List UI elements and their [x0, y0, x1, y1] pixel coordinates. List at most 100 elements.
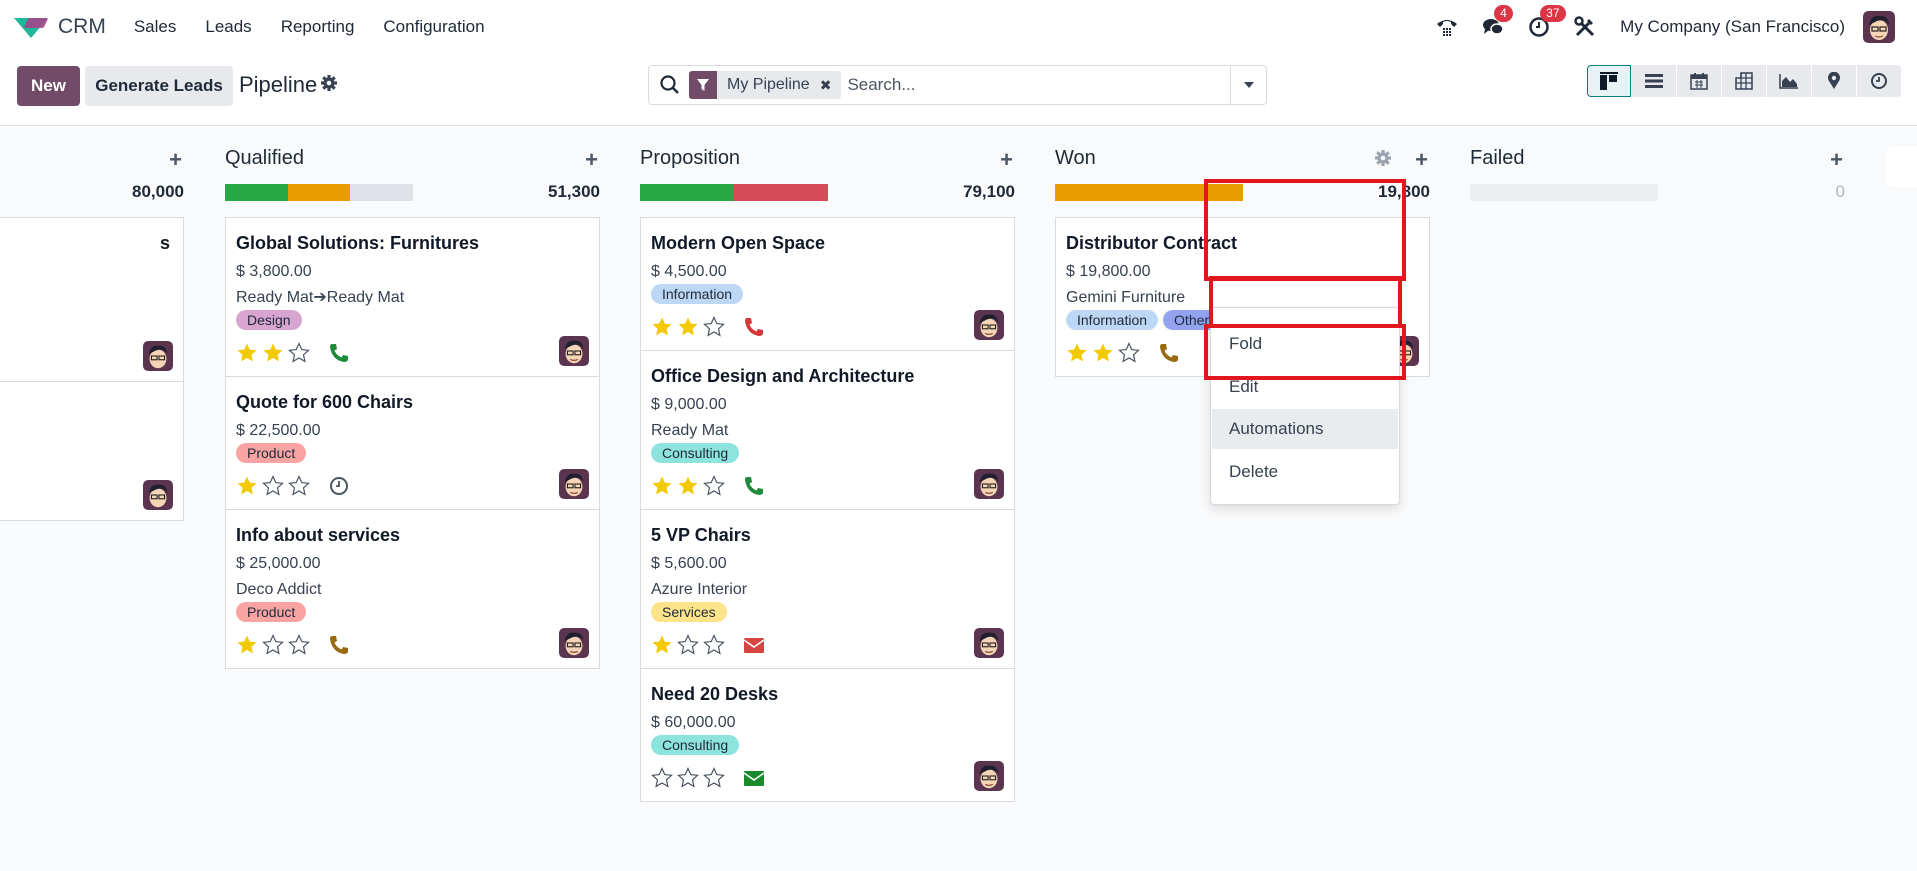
activities-clock-icon[interactable]: 37 [1528, 5, 1566, 38]
column-header: Failed + [1470, 147, 1845, 173]
priority-star-icon[interactable] [1118, 342, 1140, 364]
priority-star-icon[interactable] [677, 475, 699, 497]
column-title[interactable]: Won [1055, 147, 1096, 170]
priority-star-icon[interactable] [262, 475, 284, 497]
salesperson-avatar[interactable] [559, 336, 589, 366]
phone-icon[interactable] [743, 475, 765, 497]
progress-segment[interactable] [640, 184, 734, 201]
priority-star-icon[interactable] [1092, 342, 1114, 364]
clock-icon[interactable] [328, 475, 350, 497]
kanban-card[interactable]: Quote for 600 Chairs $ 22,500.00 Product [226, 377, 599, 510]
map-view-button[interactable] [1812, 65, 1856, 97]
priority-star-icon[interactable] [703, 767, 725, 789]
priority-star-icon[interactable] [703, 475, 725, 497]
priority-star-icon[interactable] [288, 475, 310, 497]
user-avatar[interactable] [1863, 11, 1895, 43]
column-title[interactable]: Proposition [640, 147, 740, 170]
column-progress-bar[interactable] [225, 184, 413, 201]
salesperson-avatar[interactable] [559, 628, 589, 658]
quick-create-plus-icon[interactable]: + [1000, 147, 1013, 173]
priority-star-icon[interactable] [288, 634, 310, 656]
generate-leads-button[interactable]: Generate Leads [85, 66, 233, 106]
menu-configuration[interactable]: Configuration [383, 17, 484, 37]
add-column-area[interactable] [1887, 147, 1917, 187]
priority-star-icon[interactable] [703, 634, 725, 656]
phone-icon[interactable] [1158, 342, 1180, 364]
priority-star-icon[interactable] [677, 634, 699, 656]
progress-segment[interactable] [225, 184, 288, 201]
column-progress-bar[interactable] [1470, 184, 1658, 201]
search-options-toggle[interactable] [1230, 66, 1266, 104]
progress-segment[interactable] [287, 184, 351, 201]
remove-facet-icon[interactable]: ✖ [820, 77, 842, 94]
list-view-button[interactable] [1632, 65, 1676, 97]
column-progress-bar[interactable] [640, 184, 828, 201]
priority-star-icon[interactable] [651, 475, 673, 497]
kanban-card[interactable]: 5 VP Chairs $ 5,600.00 Azure Interior Servi… [641, 510, 1014, 669]
quick-create-plus-icon[interactable]: + [1830, 147, 1843, 173]
kanban-card[interactable]: Modern Open Space $ 4,500.00 Information [641, 218, 1014, 351]
tools-icon[interactable] [1574, 16, 1596, 38]
quick-create-plus-icon[interactable]: + [585, 147, 598, 173]
salesperson-avatar[interactable] [559, 469, 589, 499]
priority-star-icon[interactable] [677, 767, 699, 789]
column-title[interactable]: Failed [1470, 147, 1524, 170]
phone-icon[interactable] [328, 634, 350, 656]
envelope-icon[interactable] [743, 767, 765, 789]
priority-star-icon[interactable] [236, 634, 258, 656]
priority-star-icon[interactable] [236, 475, 258, 497]
pivot-view-button[interactable] [1722, 65, 1766, 97]
kanban-card[interactable]: Info about services $ 25,000.00 Deco Addic… [226, 510, 599, 668]
phone-icon[interactable] [1436, 16, 1458, 38]
kanban-card[interactable]: Global Solutions: Furnitures $ 3,800.00 Re… [226, 218, 599, 377]
calendar-view-button[interactable] [1677, 65, 1721, 97]
gear-icon[interactable] [320, 74, 338, 97]
priority-star-icon[interactable] [651, 767, 673, 789]
kanban-card[interactable]: s [0, 218, 183, 382]
column-gear-icon[interactable] [1374, 149, 1392, 167]
salesperson-avatar[interactable] [974, 628, 1004, 658]
quick-create-plus-icon[interactable]: + [169, 147, 182, 173]
priority-star-icon[interactable] [651, 316, 673, 338]
priority-star-icon[interactable] [288, 342, 310, 364]
salesperson-avatar[interactable] [974, 761, 1004, 791]
app-brand[interactable]: CRM [14, 15, 106, 39]
progress-segment[interactable] [734, 184, 828, 201]
priority-star-icon[interactable] [651, 634, 673, 656]
search-icon[interactable] [659, 74, 681, 96]
menu-item-automations[interactable]: Automations [1212, 409, 1398, 449]
activity-view-button[interactable] [1857, 65, 1901, 97]
salesperson-avatar[interactable] [974, 310, 1004, 340]
graph-view-button[interactable] [1767, 65, 1811, 97]
menu-item-delete[interactable]: Delete [1212, 452, 1398, 492]
menu-leads[interactable]: Leads [205, 17, 251, 37]
menu-item-fold[interactable]: Fold [1212, 324, 1398, 364]
salesperson-avatar[interactable] [143, 480, 173, 510]
column-progress-bar[interactable] [1055, 184, 1243, 201]
phone-icon[interactable] [328, 342, 350, 364]
phone-icon[interactable] [743, 316, 765, 338]
priority-star-icon[interactable] [236, 342, 258, 364]
progress-segment[interactable] [1055, 184, 1243, 201]
priority-star-icon[interactable] [1066, 342, 1088, 364]
menu-item-edit[interactable]: Edit [1212, 367, 1398, 407]
salesperson-avatar[interactable] [143, 341, 173, 371]
salesperson-avatar[interactable] [974, 469, 1004, 499]
envelope-icon[interactable] [743, 634, 765, 656]
search-input[interactable] [847, 75, 1230, 95]
new-button[interactable]: New [17, 66, 80, 106]
priority-star-icon[interactable] [677, 316, 699, 338]
quick-create-plus-icon[interactable]: + [1415, 147, 1428, 173]
messages-icon[interactable]: 4 [1482, 5, 1513, 38]
menu-reporting[interactable]: Reporting [281, 17, 355, 37]
kanban-view-button[interactable] [1587, 65, 1631, 97]
kanban-card[interactable]: Need 20 Desks $ 60,000.00 Consulting [641, 669, 1014, 801]
priority-star-icon[interactable] [262, 634, 284, 656]
company-switcher[interactable]: My Company (San Francisco) [1620, 17, 1845, 37]
column-title[interactable]: Qualified [225, 147, 304, 170]
priority-star-icon[interactable] [703, 316, 725, 338]
kanban-card[interactable]: Office Design and Architecture $ 9,000.00… [641, 351, 1014, 510]
menu-sales[interactable]: Sales [134, 17, 177, 37]
kanban-card[interactable] [0, 382, 183, 520]
priority-star-icon[interactable] [262, 342, 284, 364]
